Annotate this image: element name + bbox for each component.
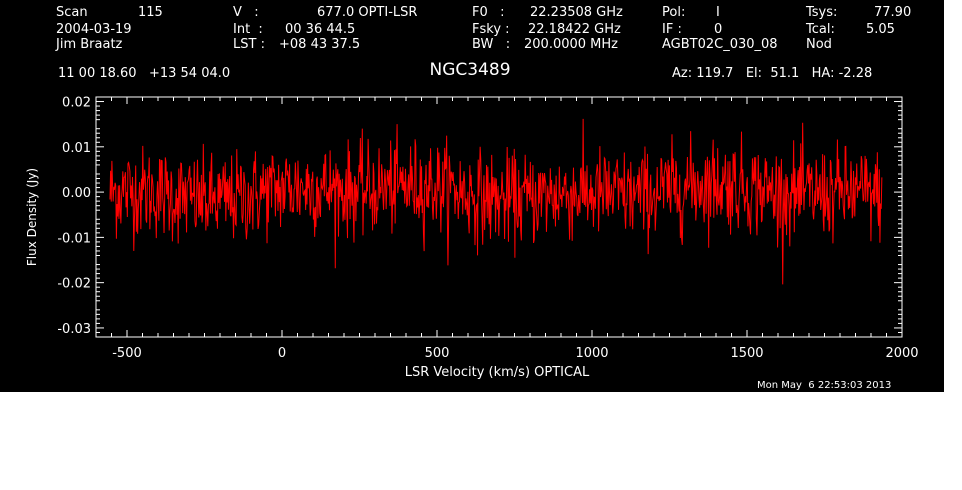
x-tick-label: 500 — [425, 346, 450, 361]
x-tick-label: 2000 — [885, 346, 918, 361]
spectrum-chart: -500 0 500 1000 1500 2000 -0.03 -0.02 -0.01 0.00 0… — [25, 96, 919, 380]
x-tick-label: -500 — [112, 346, 142, 361]
y-tick-label: 0.01 — [62, 141, 91, 156]
x-tick-label: 0 — [278, 346, 286, 361]
x-axis-label: LSR Velocity (km/s) OPTICAL — [405, 365, 590, 380]
y-tick-label: -0.01 — [57, 231, 91, 246]
y-tick-label: -0.03 — [57, 322, 91, 337]
y-tick-label: 0.00 — [62, 186, 91, 201]
y-tick-label: -0.02 — [57, 277, 91, 292]
x-tick-label: 1000 — [575, 346, 608, 361]
x-tick-label: 1500 — [730, 346, 763, 361]
trace-layer — [109, 118, 883, 285]
spectrum-trace — [109, 118, 883, 285]
y-axis-label: Flux Density (Jy) — [25, 168, 39, 266]
y-tick-label: 0.02 — [62, 96, 91, 111]
timestamp: Mon May 6 22:53:03 2013 — [757, 380, 892, 391]
plot-panel: Scan 115 2004-03-19 Jim Braatz V :677.0 O… — [0, 0, 944, 392]
